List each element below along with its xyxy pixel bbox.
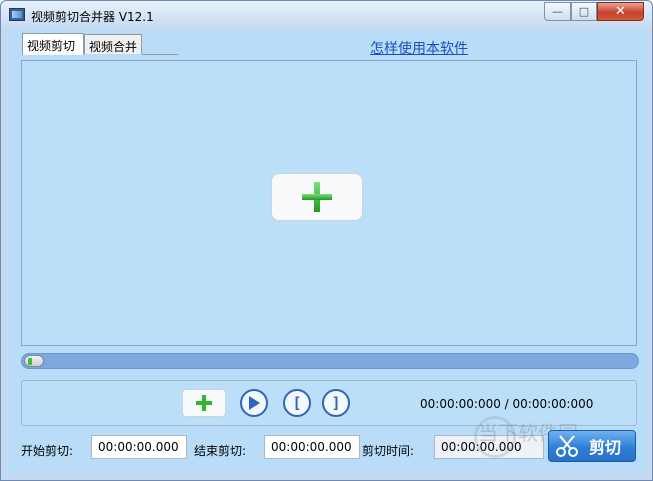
video-preview-area[interactable] (21, 60, 637, 346)
help-link[interactable]: 怎样使用本软件 (370, 38, 468, 58)
end-cut-label: 结束剪切: (194, 444, 247, 458)
timeline-slider[interactable] (21, 353, 639, 369)
title-bar[interactable]: 视频剪切合并器 V12.1 — □ ✕ (1, 1, 652, 29)
minimize-button[interactable]: — (544, 2, 571, 21)
time-readout: 00:00:00:000 / 00:00:00:000 (420, 397, 594, 411)
tab-video-cut[interactable]: 视频剪切 (22, 33, 84, 55)
close-button[interactable]: ✕ (597, 2, 644, 21)
add-video-button[interactable] (271, 173, 363, 221)
mark-in-button[interactable]: [ (283, 389, 311, 417)
play-icon (249, 396, 260, 410)
play-button[interactable] (240, 389, 268, 417)
cut-button[interactable]: 剪切 (548, 430, 636, 462)
tab-strip-divider (142, 54, 178, 55)
start-cut-field[interactable]: 00:00:00.000 (91, 435, 187, 459)
app-window: 视频剪切合并器 V12.1 — □ ✕ 视频剪切 视频合并 怎样使用本软件 [… (0, 0, 653, 481)
maximize-button[interactable]: □ (571, 2, 597, 21)
window-title: 视频剪切合并器 V12.1 (31, 10, 154, 24)
playback-controls: [ ] 00:00:00:000 / 00:00:00:000 (21, 380, 637, 426)
cut-button-label: 剪切 (589, 438, 622, 457)
main-panel: 视频剪切 视频合并 怎样使用本软件 [] 00:00:00:000 / 00:… (8, 30, 647, 473)
scissors-icon (556, 435, 578, 457)
slider-thumb[interactable] (24, 355, 44, 367)
add-file-button[interactable] (182, 389, 226, 417)
cut-duration-label: 剪切时间: (362, 444, 415, 458)
plus-icon (302, 182, 332, 212)
mark-out-button[interactable]: ] (322, 389, 350, 417)
app-logo-icon (9, 8, 25, 21)
plus-icon (196, 395, 212, 411)
tab-video-merge[interactable]: 视频合并 (84, 34, 142, 54)
cut-duration-field: 00:00:00.000 (434, 435, 544, 459)
start-cut-label: 开始剪切: (21, 444, 74, 458)
end-cut-field[interactable]: 00:00:00.000 (264, 435, 360, 459)
